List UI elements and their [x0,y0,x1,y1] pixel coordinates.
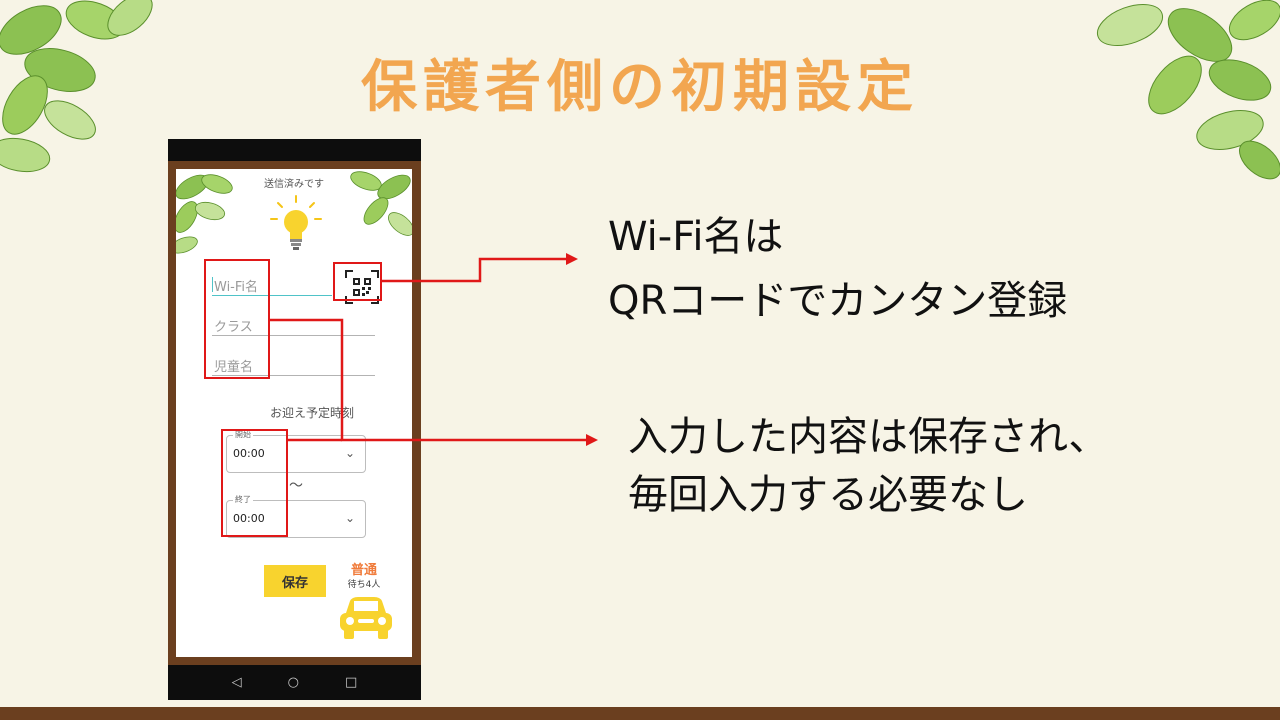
saved-callout-line1: 入力した内容は保存され、 [628,414,1109,460]
bottom-border [0,707,1280,720]
qr-callout-line1: Wi-Fi名は [608,214,784,260]
saved-callout-line2: 毎回入力する必要なし [628,472,1028,518]
qr-callout-line2: QRコードでカンタン登録 [608,278,1068,324]
connector-arrows [270,253,598,446]
